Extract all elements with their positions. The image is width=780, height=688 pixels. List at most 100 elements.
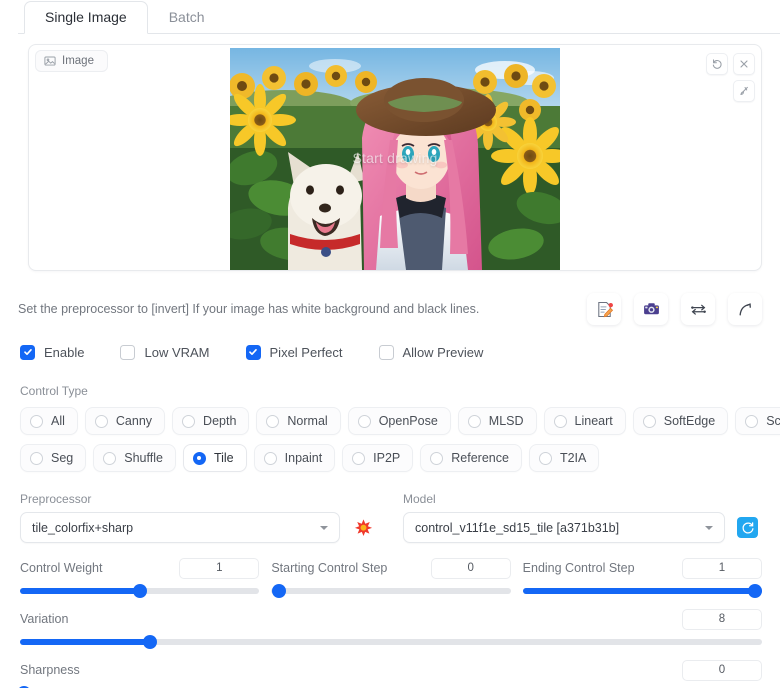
preprocessor-hint: Set the preprocessor to [invert] If your… — [18, 302, 480, 316]
control-type-label: Control Type — [20, 384, 88, 398]
slider-control-weight-thumb[interactable] — [132, 584, 147, 598]
control-type-t2ia[interactable]: T2IA — [528, 444, 600, 472]
control-type-reference-label: Reference — [451, 451, 509, 465]
control-type-softedge-label: SoftEdge — [663, 414, 716, 428]
edit-document-icon[interactable] — [587, 293, 621, 325]
slider-variation-value[interactable]: 8 — [682, 608, 762, 630]
undo-icon[interactable] — [706, 53, 728, 75]
control-type-softedge[interactable]: SoftEdge — [632, 407, 729, 435]
control-type-seg-label: Seg — [51, 451, 74, 465]
slider-sharpness: Sharpness 0 — [17, 659, 762, 688]
control-type-openpose[interactable]: OpenPose — [347, 407, 451, 435]
control-type-row-2: Seg Shuffle Tile Inpaint IP2P Reference … — [20, 444, 780, 472]
model-select[interactable]: control_v11f1e_sd15_tile [a371b31b] — [403, 512, 725, 543]
slider-control-weight-value[interactable]: 1 — [179, 557, 260, 579]
checkbox-allow-preview-box[interactable] — [378, 344, 394, 360]
slider-ending-control-step: Ending Control Step 1 — [522, 557, 762, 598]
control-type-lineart[interactable]: Lineart — [543, 407, 626, 435]
control-type-seg[interactable]: Seg — [20, 444, 87, 472]
camera-icon[interactable] — [634, 293, 668, 325]
control-type-scribble[interactable]: Scribble — [735, 407, 780, 435]
control-type-t2ia-label: T2IA — [559, 451, 587, 465]
slider-ending-control-step-track[interactable] — [522, 584, 762, 598]
preprocessor-label: Preprocessor — [20, 492, 92, 506]
slider-control-weight-track[interactable] — [20, 584, 260, 598]
control-type-tile-label: Tile — [213, 451, 234, 465]
radio-icon — [357, 414, 371, 428]
control-type-lineart-label: Lineart — [574, 414, 613, 428]
slider-variation-thumb[interactable] — [142, 635, 157, 649]
radio-icon — [642, 414, 656, 428]
uploaded-image[interactable]: Start drawing — [230, 48, 560, 270]
control-type-canny-label: Canny — [115, 414, 153, 428]
control-type-normal[interactable]: Normal — [256, 407, 341, 435]
chevron-down-icon — [705, 525, 713, 530]
radio-icon — [182, 414, 196, 428]
model-value: control_v11f1e_sd15_tile [a371b31b] — [415, 520, 620, 535]
slider-sharpness-value[interactable]: 0 — [682, 659, 762, 681]
control-type-scribble-label: Scribble — [766, 414, 780, 428]
control-type-tile[interactable]: Tile — [182, 444, 247, 472]
checkbox-enable-label: Enable — [44, 344, 85, 360]
preprocessor-select[interactable]: tile_colorfix+sharp — [20, 512, 340, 543]
control-type-mlsd[interactable]: MLSD — [457, 407, 537, 435]
radio-icon-selected — [192, 451, 206, 465]
brush-icon[interactable] — [733, 80, 755, 102]
control-type-shuffle-label: Shuffle — [124, 451, 163, 465]
control-type-mlsd-label: MLSD — [488, 414, 524, 428]
slider-starting-control-step-thumb[interactable] — [271, 584, 286, 598]
checkbox-allow-preview[interactable]: Allow Preview — [378, 344, 483, 360]
model-group: Model control_v11f1e_sd15_tile [a371b31b… — [403, 492, 763, 543]
tab-single-image[interactable]: Single Image — [24, 1, 148, 34]
checkbox-enable[interactable]: Enable — [20, 344, 85, 360]
curve-pose-icon[interactable] — [728, 293, 762, 325]
preprocessor-group: Preprocessor tile_colorfix+sharp — [20, 492, 385, 543]
checkbox-low-vram[interactable]: Low VRAM — [120, 344, 210, 360]
control-type-shuffle[interactable]: Shuffle — [93, 444, 176, 472]
radio-icon — [745, 414, 759, 428]
checkbox-pixel-perfect-label: Pixel Perfect — [269, 344, 343, 360]
radio-icon — [30, 451, 43, 465]
picture-icon — [44, 55, 56, 67]
control-type-ip2p[interactable]: IP2P — [342, 444, 414, 472]
model-label: Model — [403, 492, 436, 506]
swap-icon[interactable] — [681, 293, 715, 325]
slider-sharpness-label: Sharpness — [20, 663, 80, 677]
refresh-icon[interactable] — [737, 517, 758, 538]
slider-starting-control-step: Starting Control Step 0 — [271, 557, 511, 598]
slider-variation-track[interactable] — [20, 635, 762, 649]
controlnet-panel: Single Image Batch Image Start drawing S… — [0, 0, 780, 688]
hint-icon-group — [587, 293, 762, 325]
model-select-row: Preprocessor tile_colorfix+sharp Model c… — [20, 492, 780, 543]
checkbox-pixel-perfect-box[interactable] — [245, 344, 261, 360]
close-icon[interactable] — [733, 53, 755, 75]
image-canvas-area[interactable]: Start drawing — [29, 45, 761, 270]
control-type-reference[interactable]: Reference — [420, 444, 522, 472]
radio-icon — [263, 451, 277, 465]
checkbox-enable-box[interactable] — [20, 344, 35, 360]
checkbox-pixel-perfect[interactable]: Pixel Perfect — [245, 344, 343, 360]
slider-ending-control-step-thumb[interactable] — [747, 584, 762, 598]
control-type-depth-label: Depth — [203, 414, 237, 428]
slider-ending-control-step-value[interactable]: 1 — [681, 557, 762, 579]
options-checkbox-row: Enable Low VRAM Pixel Perfect Allow Prev… — [20, 340, 780, 364]
control-type-normal-label: Normal — [287, 414, 328, 428]
checkbox-low-vram-box[interactable] — [120, 344, 136, 360]
slider-starting-control-step-track[interactable] — [271, 584, 511, 598]
image-chip-label: Image — [62, 55, 94, 67]
image-drop-panel[interactable]: Image Start drawing — [28, 44, 762, 271]
control-type-canny[interactable]: Canny — [84, 407, 166, 435]
tab-batch-label: Batch — [168, 9, 205, 25]
radio-icon — [30, 414, 43, 428]
tab-batch[interactable]: Batch — [148, 1, 226, 34]
chevron-down-icon — [320, 525, 328, 530]
radio-icon — [467, 414, 481, 428]
control-type-all[interactable]: All — [20, 407, 78, 435]
radio-icon — [430, 451, 444, 465]
explosion-icon[interactable] — [352, 517, 374, 539]
control-type-depth[interactable]: Depth — [172, 407, 250, 435]
radio-icon — [266, 414, 280, 428]
slider-starting-control-step-value[interactable]: 0 — [430, 557, 511, 579]
hint-row: Set the preprocessor to [invert] If your… — [18, 287, 762, 331]
control-type-inpaint[interactable]: Inpaint — [253, 444, 336, 472]
